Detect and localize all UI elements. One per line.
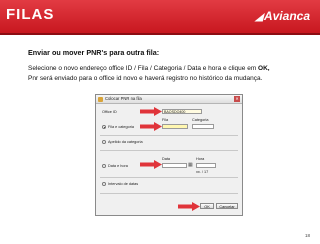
- queue-pnr-dialog: Colocar PNR na fila ✕ Office ID BAOSDO40…: [95, 94, 243, 216]
- page-number: 18: [304, 233, 310, 238]
- arrow-ok: [178, 202, 200, 211]
- data-label: Data: [162, 157, 171, 161]
- filas-logo: FILAS: [6, 6, 55, 23]
- radio-data-hora[interactable]: [102, 164, 106, 168]
- radio-fila-categoria[interactable]: [102, 125, 106, 129]
- dialog-titlebar[interactable]: Colocar PNR na fila ✕: [96, 95, 242, 104]
- radio-data-hora-label: Data e hora: [108, 164, 128, 168]
- header-bar: FILAS ◢Avianca: [0, 0, 320, 33]
- calendar-icon[interactable]: ▦: [188, 162, 193, 168]
- arrow-data: [140, 160, 162, 169]
- slide-title: Enviar ou mover PNR's para outra fila:: [28, 48, 160, 57]
- hora-label: Hora: [196, 157, 205, 161]
- radio-fila-categoria-label: Fila e categoria: [108, 125, 134, 129]
- cancel-button[interactable]: Cancelar: [216, 203, 238, 209]
- dialog-app-icon: [98, 96, 103, 102]
- radio-apelido-label: Apelido da categoria: [108, 140, 143, 144]
- separator: [100, 193, 238, 194]
- separator: [100, 135, 238, 136]
- arrow-fila: [140, 122, 162, 131]
- dialog-title: Colocar PNR na fila: [105, 96, 142, 101]
- office-id-label: Office ID: [102, 110, 117, 114]
- hora-field[interactable]: [196, 163, 216, 168]
- instruction-ok: OK,: [258, 65, 270, 72]
- avianca-logo: ◢Avianca: [255, 9, 310, 23]
- instructions: Selecione o novo endereço office ID / Fi…: [28, 64, 313, 83]
- avianca-bird-icon: ◢: [255, 12, 263, 23]
- arrow-office-id: [140, 107, 162, 116]
- data-field[interactable]: [162, 163, 187, 168]
- radio-apelido[interactable]: [102, 140, 106, 144]
- hora-format: xx. / 17: [196, 170, 209, 174]
- separator: [100, 150, 238, 151]
- separator: [100, 177, 238, 178]
- fila-label: Fila: [162, 118, 169, 122]
- close-icon[interactable]: ✕: [234, 96, 240, 102]
- categoria-field[interactable]: [192, 124, 214, 129]
- radio-intervalo-label: Intervalo de datas: [108, 182, 139, 186]
- avianca-logo-text: Avianca: [263, 9, 310, 23]
- header-underline: [0, 33, 320, 35]
- radio-intervalo[interactable]: [102, 182, 106, 186]
- ok-button[interactable]: OK: [200, 203, 214, 209]
- categoria-label: Categoria: [192, 118, 209, 122]
- office-id-field[interactable]: BAOSDO400: [162, 109, 202, 114]
- fila-field[interactable]: [162, 124, 188, 129]
- instruction-line2: Pnr será enviado para o office id novo e…: [28, 74, 263, 82]
- instruction-line1: Selecione o novo endereço office ID / Fi…: [28, 65, 259, 72]
